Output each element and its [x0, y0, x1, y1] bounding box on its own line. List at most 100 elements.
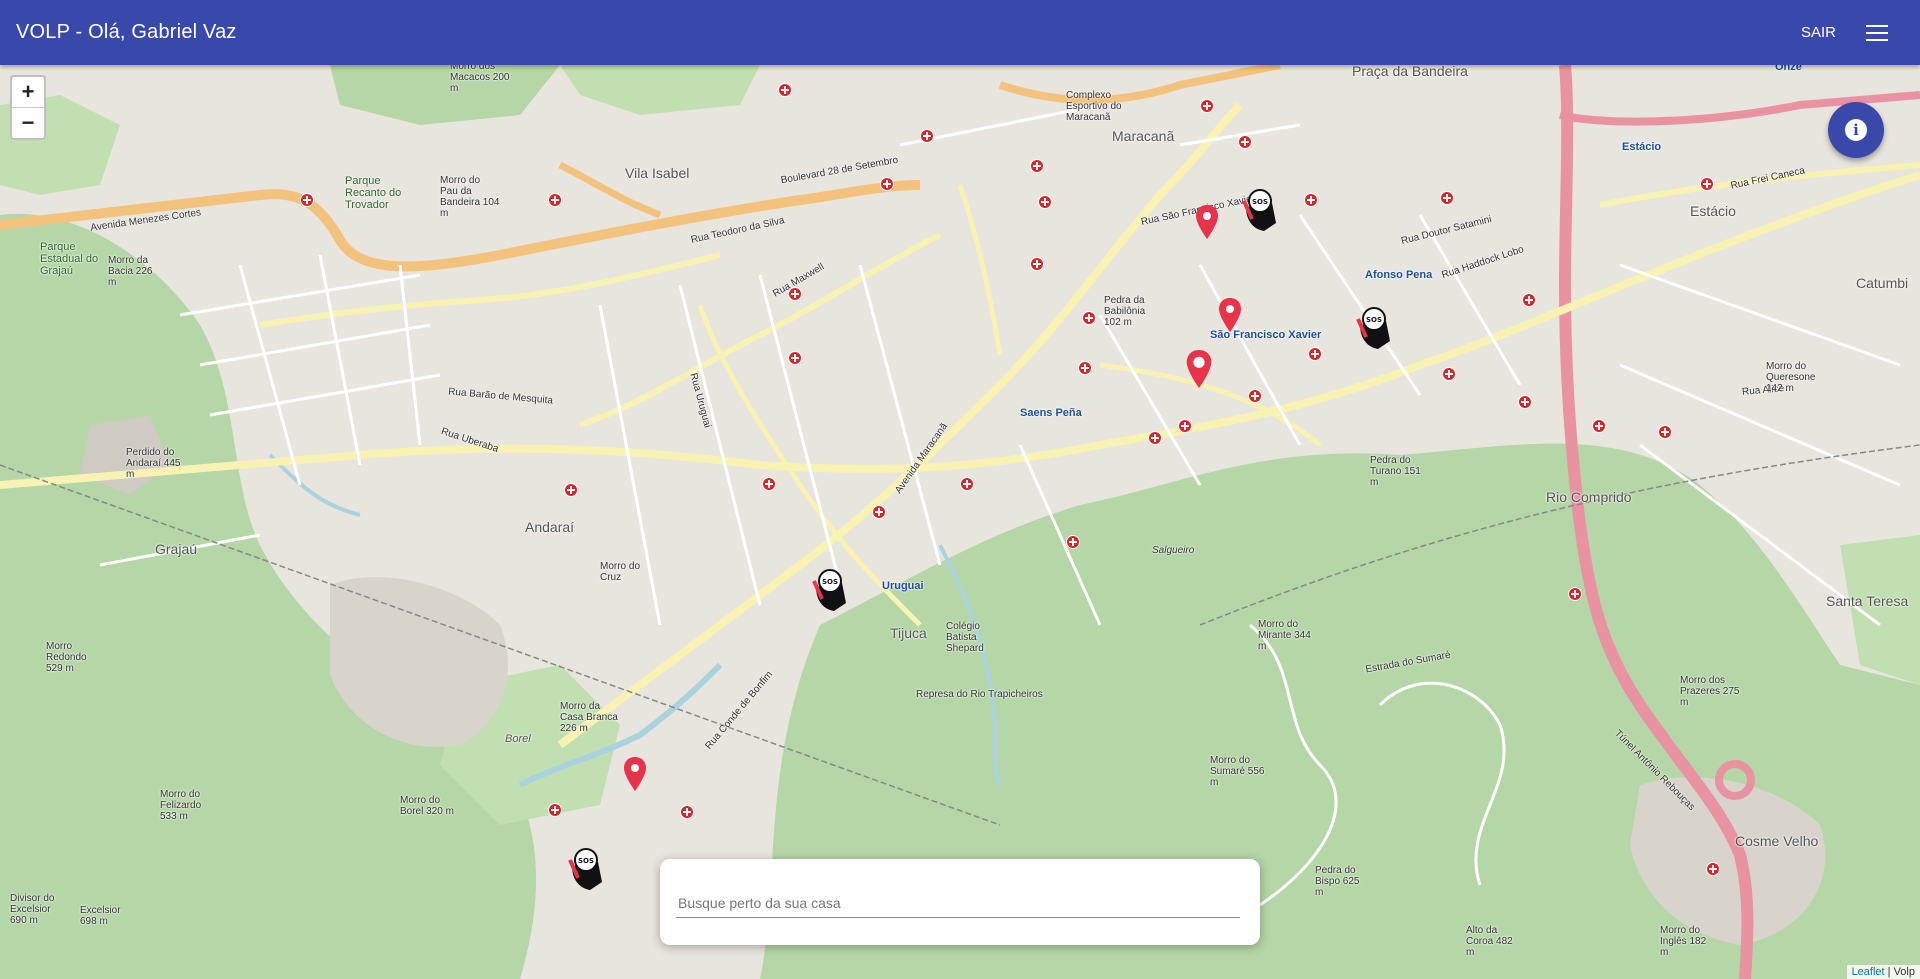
hospital-cross-icon[interactable]: [1200, 99, 1214, 113]
neighborhood-label: Andaraí: [525, 519, 575, 535]
map-view[interactable]: Vila Isabel Maracanã Andaraí Grajaú Tiju…: [0, 65, 1920, 979]
hospital-cross-icon[interactable]: [1082, 311, 1096, 325]
hospital-cross-icon[interactable]: [1030, 159, 1044, 173]
neighborhood-label: Tijuca: [890, 625, 927, 641]
school-label: Colégio Batista Shepard: [946, 621, 984, 654]
zoom-control: + −: [10, 75, 46, 140]
hospital-cross-icon[interactable]: [1038, 195, 1052, 209]
zoom-in-button[interactable]: +: [12, 77, 44, 108]
hospital-cross-icon[interactable]: [1592, 419, 1606, 433]
hospital-cross-icon[interactable]: [788, 287, 802, 301]
location-pin-icon[interactable]: [1219, 298, 1241, 332]
hill-label: Perdido do Andaraí 445 m: [126, 447, 181, 480]
hill-label: Morro do Queresone 142 m: [1766, 361, 1816, 394]
neighborhood-label: Grajaú: [155, 541, 198, 557]
svg-text:SOS: SOS: [578, 857, 594, 865]
sos-hand-icon[interactable]: SOS: [1238, 189, 1278, 238]
sos-hand-icon[interactable]: SOS: [808, 569, 848, 618]
hospital-cross-icon[interactable]: [1440, 191, 1454, 205]
hospital-cross-icon[interactable]: [1030, 257, 1044, 271]
hospital-cross-icon[interactable]: [872, 505, 886, 519]
hospital-cross-icon[interactable]: [1518, 395, 1532, 409]
station-label: Saens Peña: [1020, 407, 1082, 419]
station-label: Estácio: [1622, 141, 1662, 153]
svg-text:SOS: SOS: [1366, 316, 1382, 324]
hill-label: Morro do Inglês 182 m: [1660, 925, 1707, 958]
neighborhood-label: Estácio: [1690, 203, 1736, 219]
map-tiles[interactable]: [0, 65, 1920, 979]
svg-text:SOS: SOS: [1252, 198, 1268, 206]
zoom-out-button[interactable]: −: [12, 108, 44, 138]
app-root: VOLP - Olá, Gabriel Vaz SAIR Vila Isabel…: [0, 0, 1920, 979]
hill-label: Pedra da Babilônia 102 m: [1104, 295, 1146, 328]
location-pin-icon[interactable]: [624, 757, 646, 791]
hill-label: Morro do Borel 320 m: [400, 795, 454, 817]
location-pin-icon[interactable]: [1196, 205, 1218, 239]
hospital-cross-icon[interactable]: [1238, 135, 1252, 149]
hill-label: Morro do Cruz: [600, 561, 641, 583]
hospital-cross-icon[interactable]: [300, 193, 314, 207]
hospital-cross-icon[interactable]: [564, 483, 578, 497]
app-bar: VOLP - Olá, Gabriel Vaz SAIR: [0, 0, 1920, 65]
hill-label: Morro dos Macacos 200 m: [450, 65, 510, 94]
menu-icon[interactable]: [1866, 24, 1888, 41]
neighborhood-label: Salgueiro: [1152, 545, 1195, 556]
hill-label: Morro dos Prazeres 275 m: [1680, 675, 1740, 708]
hospital-cross-icon[interactable]: [1178, 419, 1192, 433]
logout-button[interactable]: SAIR: [1801, 24, 1836, 41]
sos-hand-icon[interactable]: SOS: [1352, 307, 1392, 356]
hospital-cross-icon[interactable]: [1066, 535, 1080, 549]
neighborhood-label: Santa Teresa: [1826, 593, 1909, 609]
hospital-cross-icon[interactable]: [680, 805, 694, 819]
search-input[interactable]: [676, 889, 1240, 918]
hill-label: Alto da Coroa 482 m: [1466, 925, 1513, 958]
hospital-cross-icon[interactable]: [548, 193, 562, 207]
hill-label: Morro do Pau da Bandeira 104 m: [440, 175, 500, 219]
hospital-cross-icon[interactable]: [1304, 193, 1318, 207]
station-label: Afonso Pena: [1365, 269, 1433, 281]
neighborhood-label: Praça da Bandeira: [1352, 65, 1468, 79]
search-card: [660, 859, 1260, 945]
hospital-cross-icon[interactable]: [548, 803, 562, 817]
hospital-cross-icon[interactable]: [1706, 862, 1720, 876]
reservoir-label: Represa do Rio Trapicheiros: [916, 689, 1043, 700]
hospital-cross-icon[interactable]: [1522, 293, 1536, 307]
hospital-cross-icon[interactable]: [1078, 361, 1092, 375]
location-pin-icon[interactable]: [1186, 350, 1212, 388]
hill-label: Morro da Casa Branca 226 m: [560, 701, 618, 734]
neighborhood-label: Maracanã: [1112, 128, 1175, 144]
hospital-cross-icon[interactable]: [880, 177, 894, 191]
hill-label: Divisor do Excelsior 690 m: [10, 893, 55, 926]
hospital-cross-icon[interactable]: [1148, 431, 1162, 445]
hospital-cross-icon[interactable]: [920, 129, 934, 143]
hill-label: Morro Redondo 529 m: [46, 641, 87, 674]
neighborhood-label: Rio Comprido: [1546, 489, 1632, 505]
hospital-cross-icon[interactable]: [1700, 177, 1714, 191]
hill-label: Morro da Bacia 226 m: [108, 255, 153, 288]
hill-label: Excelsior 698 m: [80, 905, 121, 927]
stadium-label: Complexo Esportivo do Maracanã: [1066, 90, 1122, 123]
hospital-cross-icon[interactable]: [1248, 389, 1262, 403]
sos-hand-icon[interactable]: SOS: [564, 848, 604, 897]
hospital-cross-icon[interactable]: [788, 351, 802, 365]
hill-label: Morro do Felizardo 533 m: [160, 789, 202, 822]
hospital-cross-icon[interactable]: [762, 477, 776, 491]
leaflet-link[interactable]: Leaflet: [1852, 966, 1885, 978]
hill-label: Pedra do Turano 151 m: [1370, 455, 1421, 488]
neighborhood-label: Catumbi: [1856, 275, 1909, 291]
app-title: VOLP - Olá, Gabriel Vaz: [16, 21, 237, 43]
hospital-cross-icon[interactable]: [1568, 587, 1582, 601]
info-button[interactable]: i: [1828, 102, 1884, 158]
hospital-cross-icon[interactable]: [1442, 367, 1456, 381]
hill-label: Morro do Sumaré 556 m: [1210, 755, 1265, 788]
hospital-cross-icon[interactable]: [960, 477, 974, 491]
hospital-cross-icon[interactable]: [1308, 347, 1322, 361]
info-icon: i: [1845, 119, 1867, 141]
hospital-cross-icon[interactable]: [778, 83, 792, 97]
hospital-cross-icon[interactable]: [1658, 425, 1672, 439]
station-label: Onze: [1775, 65, 1802, 73]
neighborhood-label: Vila Isabel: [625, 165, 690, 181]
neighborhood-label: Cosme Velho: [1735, 833, 1819, 849]
park-label: Parque Recanto do Trovador: [345, 175, 402, 211]
neighborhood-label: Borel: [505, 733, 531, 745]
